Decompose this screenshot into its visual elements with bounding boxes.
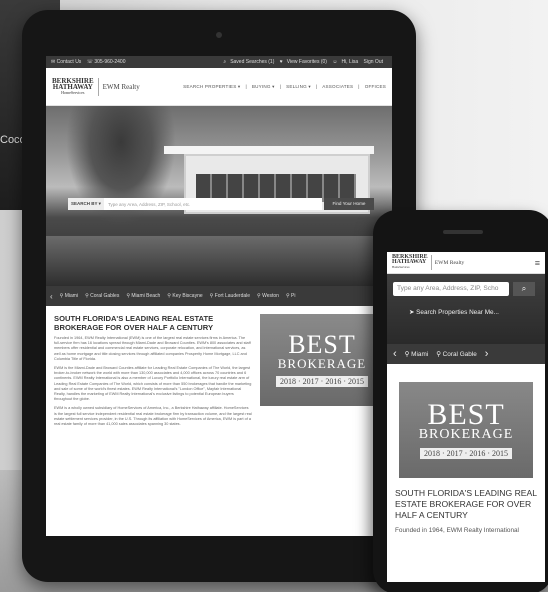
best-brokerage-badge: BEST BROKERAGE 2018 · 2017 · 2016 · 2015 (399, 382, 533, 478)
chevron-left-icon[interactable]: ‹ (393, 348, 397, 360)
heart-icon: ♥ (279, 59, 283, 65)
contact-link[interactable]: ✉ Contact Us (51, 59, 81, 65)
city-link[interactable]: ⚲ Miami (405, 350, 429, 358)
search-icon: ⌕ (223, 59, 227, 65)
berkshire-logo[interactable]: BERKSHIRE HATHAWAY HomeServices (392, 254, 432, 270)
city-link[interactable]: ⚲ Coral Gable (436, 350, 477, 358)
main-nav: SEARCH PROPERTIES ▾ | BUYING ▾ | SELLING ▾… (183, 83, 386, 90)
mobile-city-carousel: ‹ ⚲ Miami ⚲ Coral Gable › (387, 344, 545, 364)
about-paragraph: EWM is the Miami-Dade and Broward Counti… (54, 366, 252, 402)
hero-image: SEARCH BY ▾ Type any Area, Address, ZIP,… (46, 106, 392, 286)
tablet-screen: ✉ Contact Us ☏ 305-960-2400 ⌕ Saved Searc… (46, 56, 392, 536)
city-link[interactable]: ⚲ Fort Lauderdale (210, 293, 250, 299)
berkshire-logo[interactable]: BERKSHIRE HATHAWAY HomeServices (52, 77, 99, 96)
phone-screen: BERKSHIRE HATHAWAY HomeServices EWM Real… (387, 252, 545, 582)
find-home-button[interactable]: Find Your Home (324, 198, 374, 210)
city-link[interactable]: ⚲ Coral Gables (85, 293, 119, 299)
mobile-headline: SOUTH FLORIDA'S LEADING REAL ESTATE BROK… (395, 488, 537, 520)
nav-buying[interactable]: BUYING ▾ (252, 84, 275, 90)
nav-search-properties[interactable]: SEARCH PROPERTIES ▾ (183, 84, 240, 90)
about-paragraph: Founded in 1964, EWM Realty Internationa… (54, 336, 251, 361)
nav-offices[interactable]: OFFICES (365, 84, 386, 90)
about-headline: SOUTH FLORIDA'S LEADING REAL ESTATE BROK… (54, 314, 214, 332)
search-icon[interactable]: ⌕ (513, 282, 535, 296)
search-bar[interactable]: SEARCH BY ▾ Type any Area, Address, ZIP,… (68, 198, 322, 210)
house-roof (164, 146, 374, 154)
city-link[interactable]: ⚲ Weston (257, 293, 279, 299)
mobile-header: BERKSHIRE HATHAWAY HomeServices EWM Real… (387, 252, 545, 274)
user-link[interactable]: Hi, Lisa (341, 59, 358, 65)
search-by-dropdown[interactable]: SEARCH BY ▾ (68, 198, 104, 210)
phone-device: BERKSHIRE HATHAWAY HomeServices EWM Real… (373, 210, 548, 592)
city-link[interactable]: ⚲ Miami (60, 293, 78, 299)
phone-speaker (443, 230, 483, 234)
city-carousel: ‹ ⚲ Miami ⚲ Coral Gables ⚲ Miami Beach ⚲… (46, 286, 392, 306)
city-link[interactable]: ⚲ Key Biscayne (167, 293, 202, 299)
phone-link[interactable]: ☏ 305-960-2400 (87, 59, 126, 65)
mobile-search-panel: Type any Area, Address, ZIP, Scho ⌕ ➤ Se… (387, 274, 545, 344)
near-me-link[interactable]: ➤ Search Properties Near Me... (409, 308, 499, 316)
ewm-logo[interactable]: EWM Realty (99, 83, 140, 91)
about-text: SOUTH FLORIDA'S LEADING REAL ESTATE BROK… (54, 314, 252, 431)
nav-associates[interactable]: ASSOCIATES (322, 84, 353, 90)
tablet-camera (216, 32, 222, 38)
top-utility-bar: ✉ Contact Us ☏ 305-960-2400 ⌕ Saved Searc… (46, 56, 392, 68)
favorites-link[interactable]: View Favorites (0) (287, 59, 327, 65)
hamburger-menu-icon[interactable]: ≡ (535, 258, 540, 268)
city-link[interactable]: ⚲ Pi (286, 293, 296, 299)
chevron-left-icon[interactable]: ‹ (50, 292, 53, 301)
about-section: SOUTH FLORIDA'S LEADING REAL ESTATE BROK… (46, 306, 392, 431)
site-header: BERKSHIRE HATHAWAY HomeServices EWM Real… (46, 68, 392, 106)
pool-area (46, 236, 392, 286)
search-input[interactable]: Type any Area, Address, ZIP, School, etc… (104, 202, 190, 207)
mobile-intro: Founded in 1964, EWM Realty Internationa… (395, 527, 519, 534)
ewm-logo[interactable]: EWM Realty (432, 260, 465, 266)
sign-out-link[interactable]: Sign Out (364, 59, 383, 65)
tablet-device: ✉ Contact Us ☏ 305-960-2400 ⌕ Saved Searc… (22, 10, 416, 582)
best-brokerage-badge: BEST BROKERAGE 2018 · 2017 · 2016 · 2015 (260, 314, 384, 406)
about-paragraph: EWM is a wholly owned subsidiary of Home… (54, 406, 252, 427)
city-link[interactable]: ⚲ Miami Beach (126, 293, 160, 299)
nav-selling[interactable]: SELLING ▾ (286, 84, 311, 90)
user-icon: ☺ (332, 59, 338, 65)
mobile-search-input[interactable]: Type any Area, Address, ZIP, Scho (393, 282, 509, 296)
saved-searches-link[interactable]: Saved Searches (1) (230, 59, 274, 65)
chevron-right-icon[interactable]: › (485, 348, 489, 360)
